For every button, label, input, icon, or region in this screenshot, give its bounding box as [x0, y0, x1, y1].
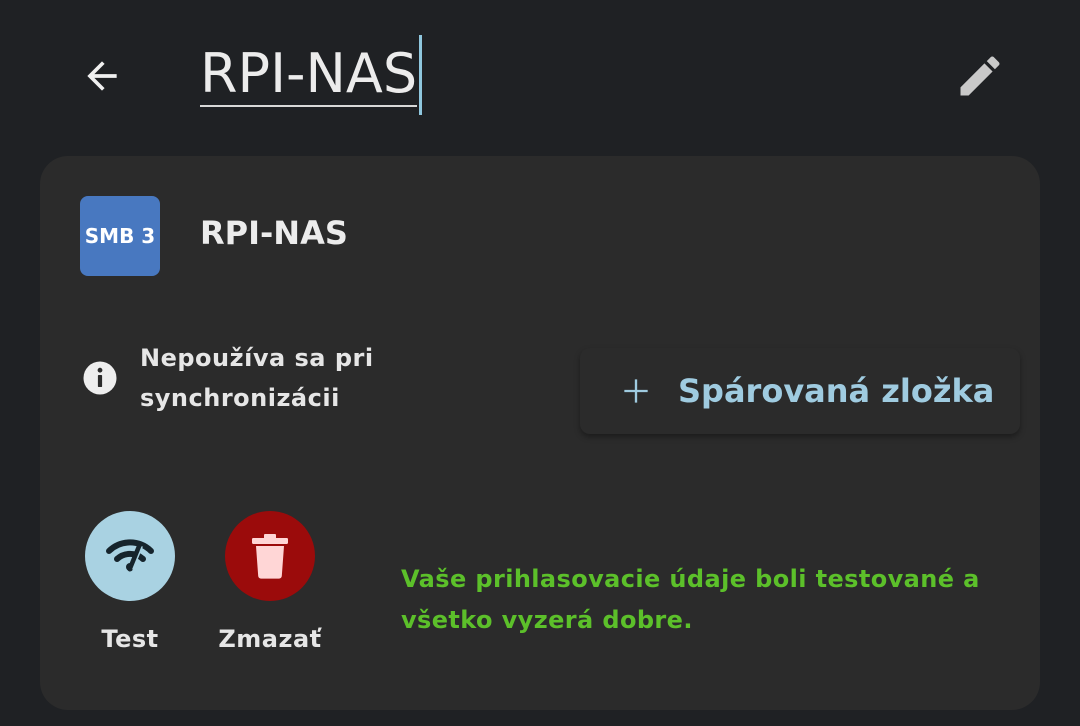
test-action: Test — [70, 511, 190, 653]
sync-info-line-1: Nepoužíva sa pri — [140, 344, 374, 372]
top-app-bar: RPI-NAS — [0, 0, 1080, 150]
sync-info: Nepoužíva sa pri synchronizácii — [82, 338, 374, 418]
test-status-message: Vaše prihlasovacie údaje boli testované … — [401, 565, 980, 634]
protocol-badge: SMB 3 — [80, 196, 160, 276]
test-button[interactable] — [85, 511, 175, 601]
info-icon — [83, 361, 117, 395]
arrow-left-icon — [87, 61, 117, 91]
delete-button[interactable] — [225, 511, 315, 601]
paired-folder-button[interactable]: Spárovaná zložka — [580, 348, 1020, 434]
sync-info-text: Nepoužíva sa pri synchronizácii — [140, 338, 374, 418]
server-card: SMB 3 RPI-NAS Nepoužíva sa pri synchroni… — [40, 156, 1040, 710]
back-button[interactable] — [72, 46, 132, 106]
edit-button[interactable] — [950, 46, 1010, 106]
sync-info-line-2: synchronizácii — [140, 384, 340, 412]
server-name: RPI-NAS — [200, 214, 348, 252]
test-label: Test — [101, 625, 159, 653]
delete-label: Zmazať — [218, 625, 322, 653]
delete-action: Zmazať — [210, 511, 330, 653]
text-cursor — [419, 35, 423, 115]
paired-folder-label: Spárovaná zložka — [678, 372, 995, 410]
server-title-value: RPI-NAS — [200, 42, 418, 107]
wifi-signal-icon — [106, 539, 154, 572]
server-title-input[interactable]: RPI-NAS — [200, 35, 423, 115]
trash-icon — [252, 534, 288, 579]
plus-icon — [624, 379, 648, 403]
pencil-icon — [960, 56, 1000, 96]
